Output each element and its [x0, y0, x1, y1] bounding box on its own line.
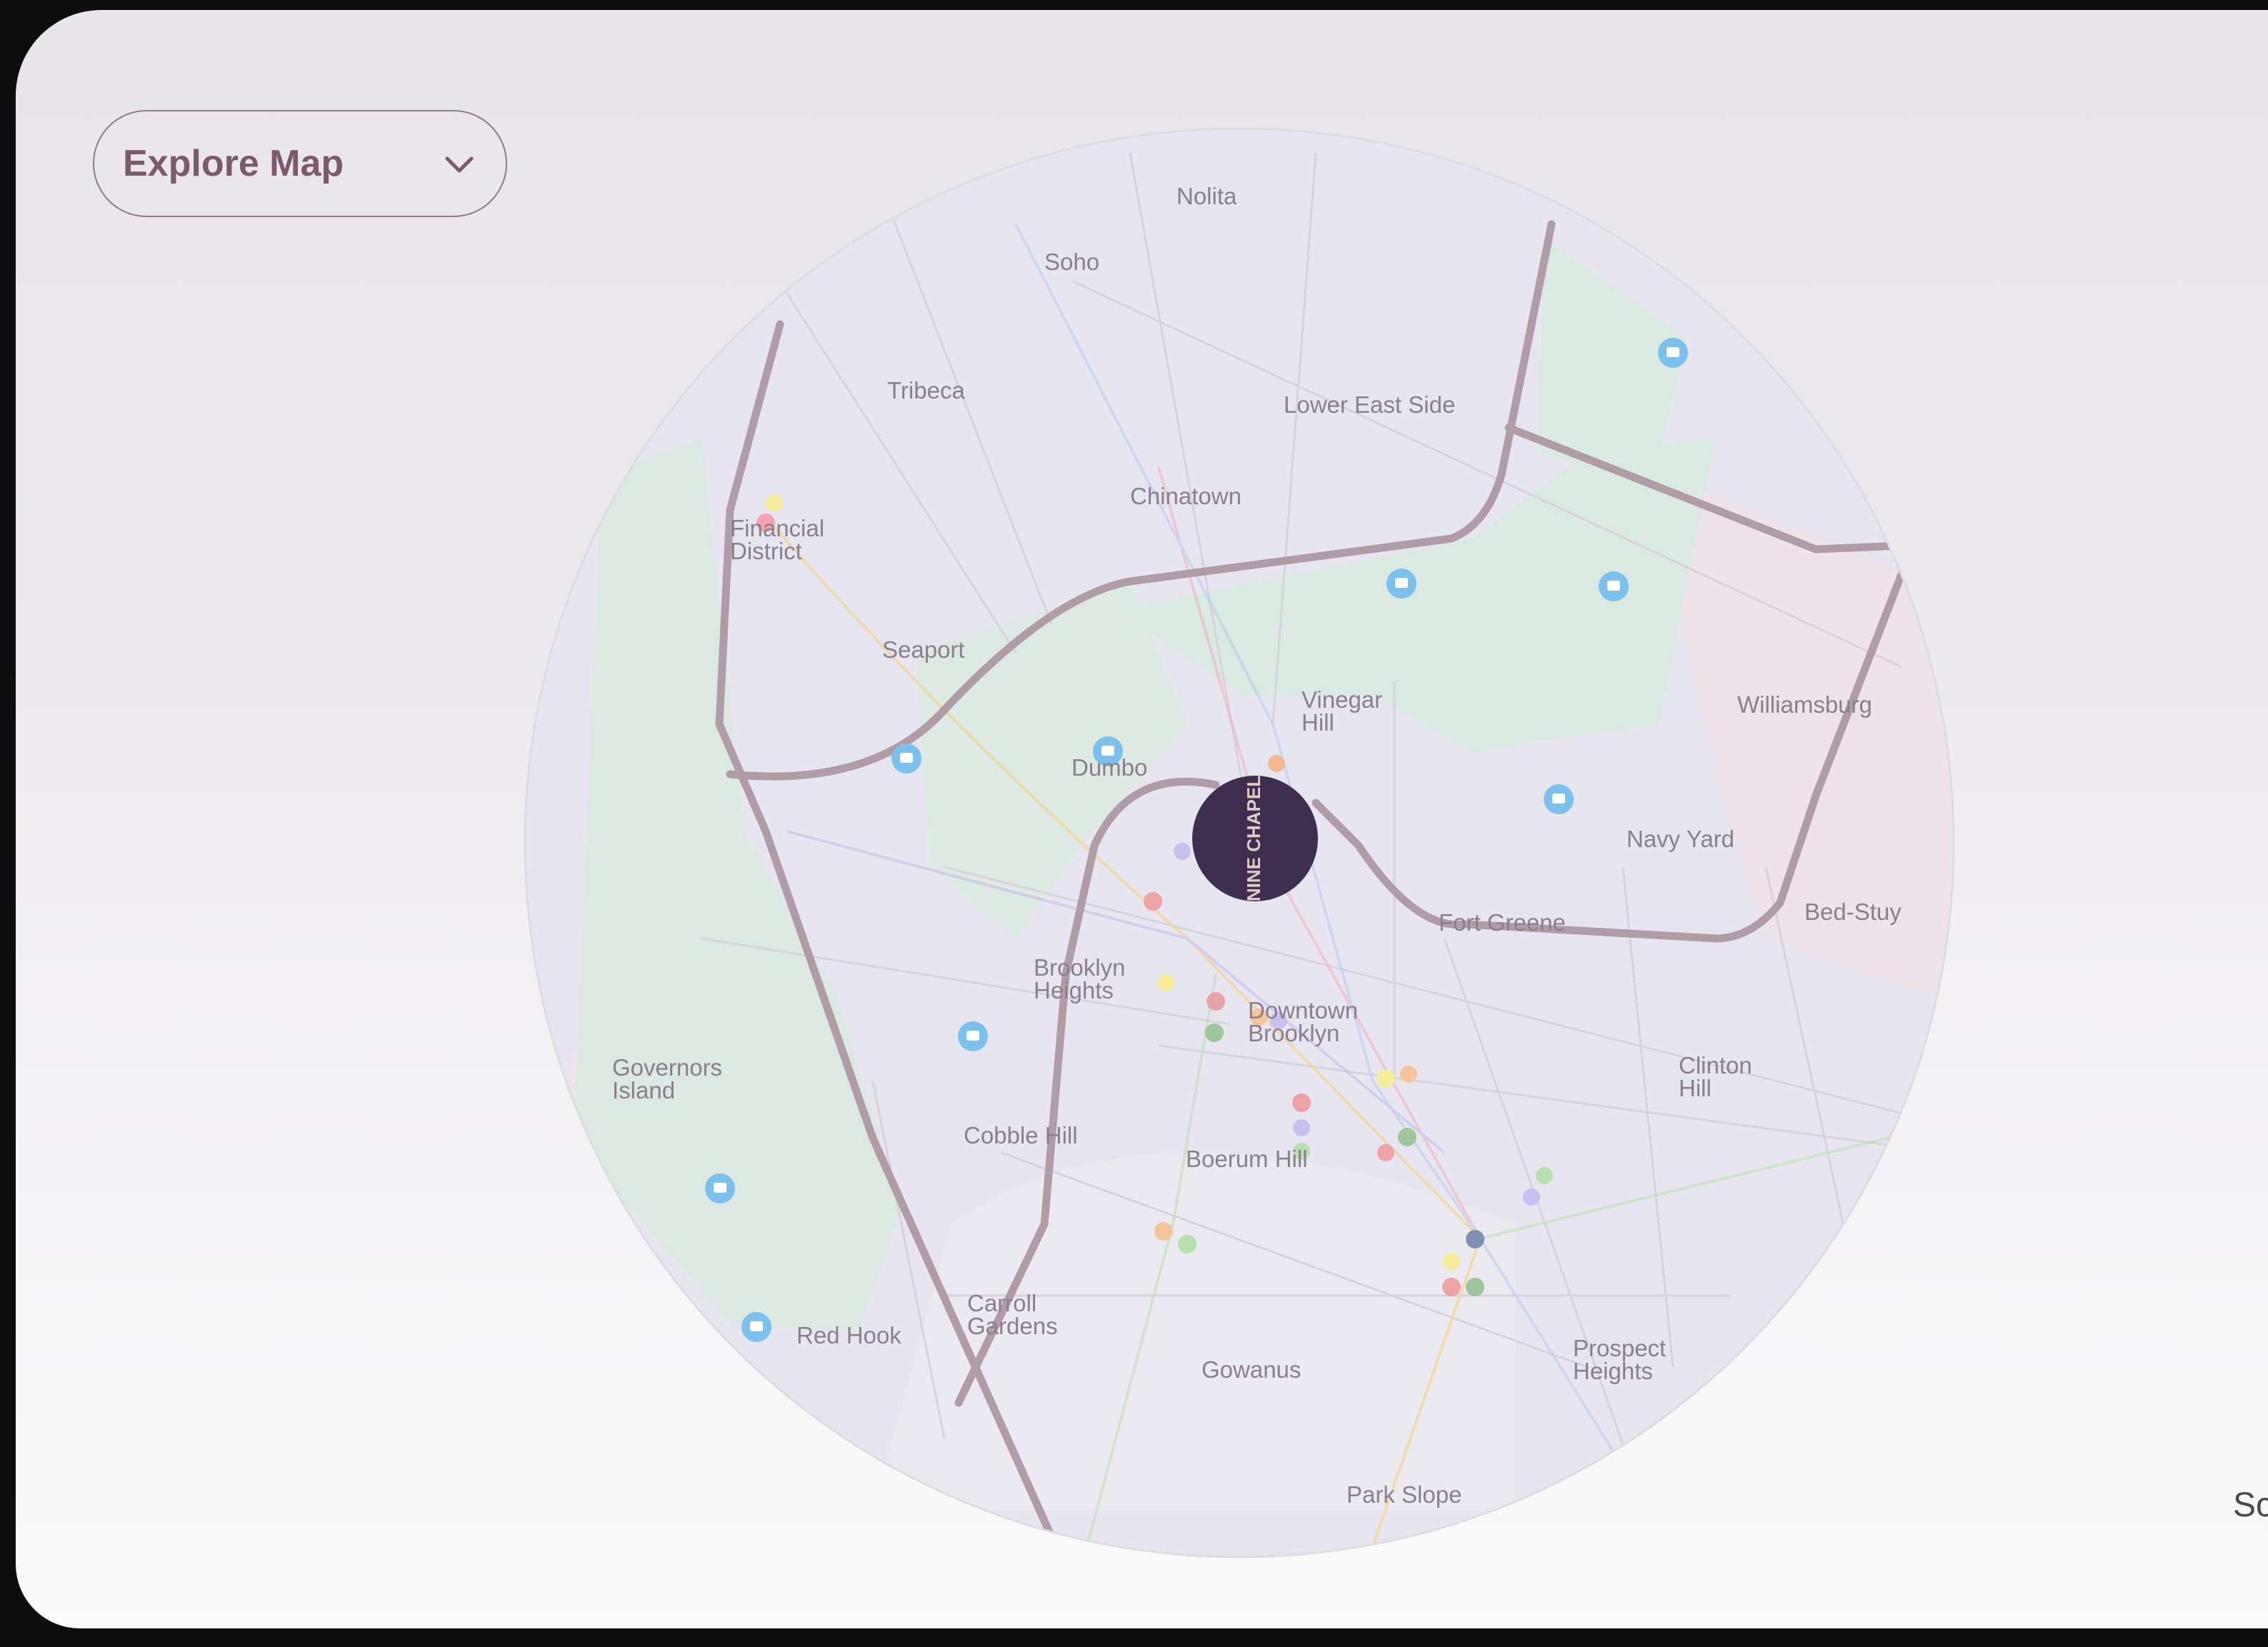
nine-chapel-logo-marker[interactable]: NINE CHAPEL [1192, 776, 1318, 901]
label-tribeca: Tribeca [887, 377, 965, 404]
label-lower-east-side: Lower East Side [1284, 391, 1456, 418]
label-cobble-hill: Cobble Hill [964, 1122, 1078, 1148]
label-clinton-hill: Clinton Hill [1679, 1052, 1752, 1101]
label-bed-stuy: Bed-Stuy [1804, 898, 1902, 925]
label-seaport: Seaport [882, 636, 965, 663]
footer-text: Sc [2233, 1486, 2268, 1524]
label-carroll-gardens: Carroll Gardens [967, 1290, 1058, 1339]
label-dumbo: Dumbo [1071, 754, 1148, 781]
label-soho: Soho [1044, 249, 1100, 275]
label-financial-district: Financial District [730, 515, 825, 564]
label-brooklyn-heights: Brooklyn Heights [1034, 954, 1126, 1003]
logo-text: NINE CHAPEL [1243, 776, 1264, 901]
label-prospect-heights: Prospect Heights [1573, 1335, 1667, 1384]
label-fort-greene: Fort Greene [1439, 909, 1566, 936]
label-governors-island: Governors Island [612, 1054, 723, 1103]
label-boerum-hill: Boerum Hill [1186, 1146, 1308, 1172]
label-park-slope: Park Slope [1347, 1481, 1462, 1508]
label-chinatown: Chinatown [1130, 483, 1242, 509]
neighborhood-map[interactable]: NINE CHAPEL [16, 10, 2268, 1628]
app-frame: Explore Map NINE CHAPEL Nolita Soho Trib… [16, 10, 2268, 1628]
label-red-hook: Red Hook [796, 1322, 901, 1348]
label-nolita: Nolita [1177, 183, 1237, 209]
label-navy-yard: Navy Yard [1627, 826, 1735, 852]
label-downtown-brooklyn: Downtown Brooklyn [1248, 997, 1359, 1046]
label-gowanus: Gowanus [1202, 1356, 1302, 1383]
label-williamsburg: Williamsburg [1737, 691, 1872, 718]
label-vinegar-hill: Vinegar Hill [1302, 686, 1383, 736]
